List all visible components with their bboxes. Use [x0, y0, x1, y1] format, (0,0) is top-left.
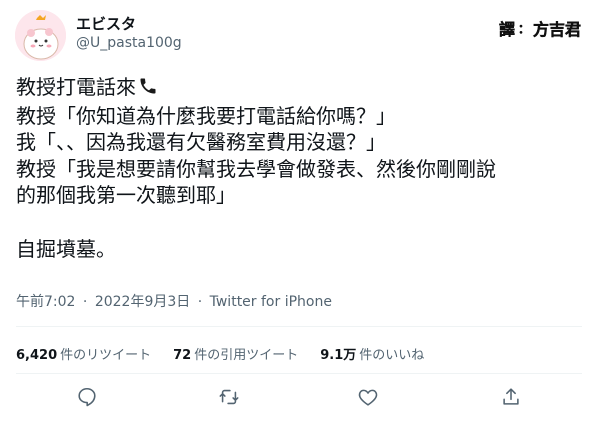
retweets-stat[interactable]: 6,420 件のリツイート — [16, 344, 151, 363]
tweet-line: 教授打電話來 — [16, 74, 586, 103]
likes-label: 件のいいね — [359, 348, 425, 363]
tweet-line: 教授「你知道為什麼我要打電話給你嗎？」 — [16, 103, 396, 128]
retweets-count: 6,420 — [16, 348, 58, 363]
retweet-icon[interactable] — [217, 386, 241, 410]
credit-prefix: 譯 — [498, 20, 515, 39]
tweet-text: 教授打電話來 教授「你知道為什麼我要打電話給你嗎？」 我「、、因為我還有欠醫務室… — [16, 74, 586, 262]
reply-icon[interactable] — [76, 386, 100, 410]
quotes-label: 件の引用ツイート — [194, 348, 299, 363]
avatar[interactable] — [15, 10, 66, 61]
meta-separator: · — [197, 294, 203, 310]
display-name[interactable]: エビスタ — [76, 13, 136, 34]
tweet-meta: 午前7:02 · 2022年9月3日 · Twitter for iPhone — [16, 291, 332, 311]
quotes-stat[interactable]: 72 件の引用ツイート — [173, 344, 298, 363]
credit-name: 方吉君 — [532, 20, 581, 39]
translator-credit: 譯 ： 方吉君 — [499, 16, 581, 40]
likes-stat[interactable]: 9.1万 件のいいね — [320, 344, 424, 363]
tweet-line: 自掘墳墓。 — [16, 236, 116, 261]
tweet-date[interactable]: 2022年9月3日 — [95, 294, 190, 310]
user-handle[interactable]: @U_pasta100g — [76, 35, 182, 51]
tweet-line: 教授「我是想要請你幫我去學會做發表、然後你剛剛說 — [16, 156, 496, 181]
credit-separator: ： — [517, 21, 530, 36]
tweet-stats: 6,420 件のリツイート 72 件の引用ツイート 9.1万 件のいいね — [16, 344, 446, 363]
hamster-avatar-icon — [15, 10, 66, 61]
divider — [16, 373, 582, 374]
tweet-line: 的那個我第一次聽到耶」 — [16, 183, 236, 207]
share-icon[interactable] — [500, 386, 524, 410]
tweet-line: 我「、、因為我還有欠醫務室費用沒還？」 — [16, 130, 386, 154]
retweets-label: 件のリツイート — [60, 348, 152, 363]
tweet-line-text: 教授打電話來 — [16, 75, 136, 99]
tweet-actions — [0, 386, 598, 416]
telephone-receiver-icon — [138, 76, 158, 103]
quotes-count: 72 — [173, 348, 192, 363]
meta-separator: · — [82, 294, 88, 310]
tweet-source[interactable]: Twitter for iPhone — [210, 294, 332, 310]
tweet-time[interactable]: 午前7:02 — [16, 294, 75, 310]
divider — [16, 326, 582, 327]
likes-count: 9.1万 — [320, 348, 357, 363]
heart-icon[interactable] — [357, 386, 381, 410]
